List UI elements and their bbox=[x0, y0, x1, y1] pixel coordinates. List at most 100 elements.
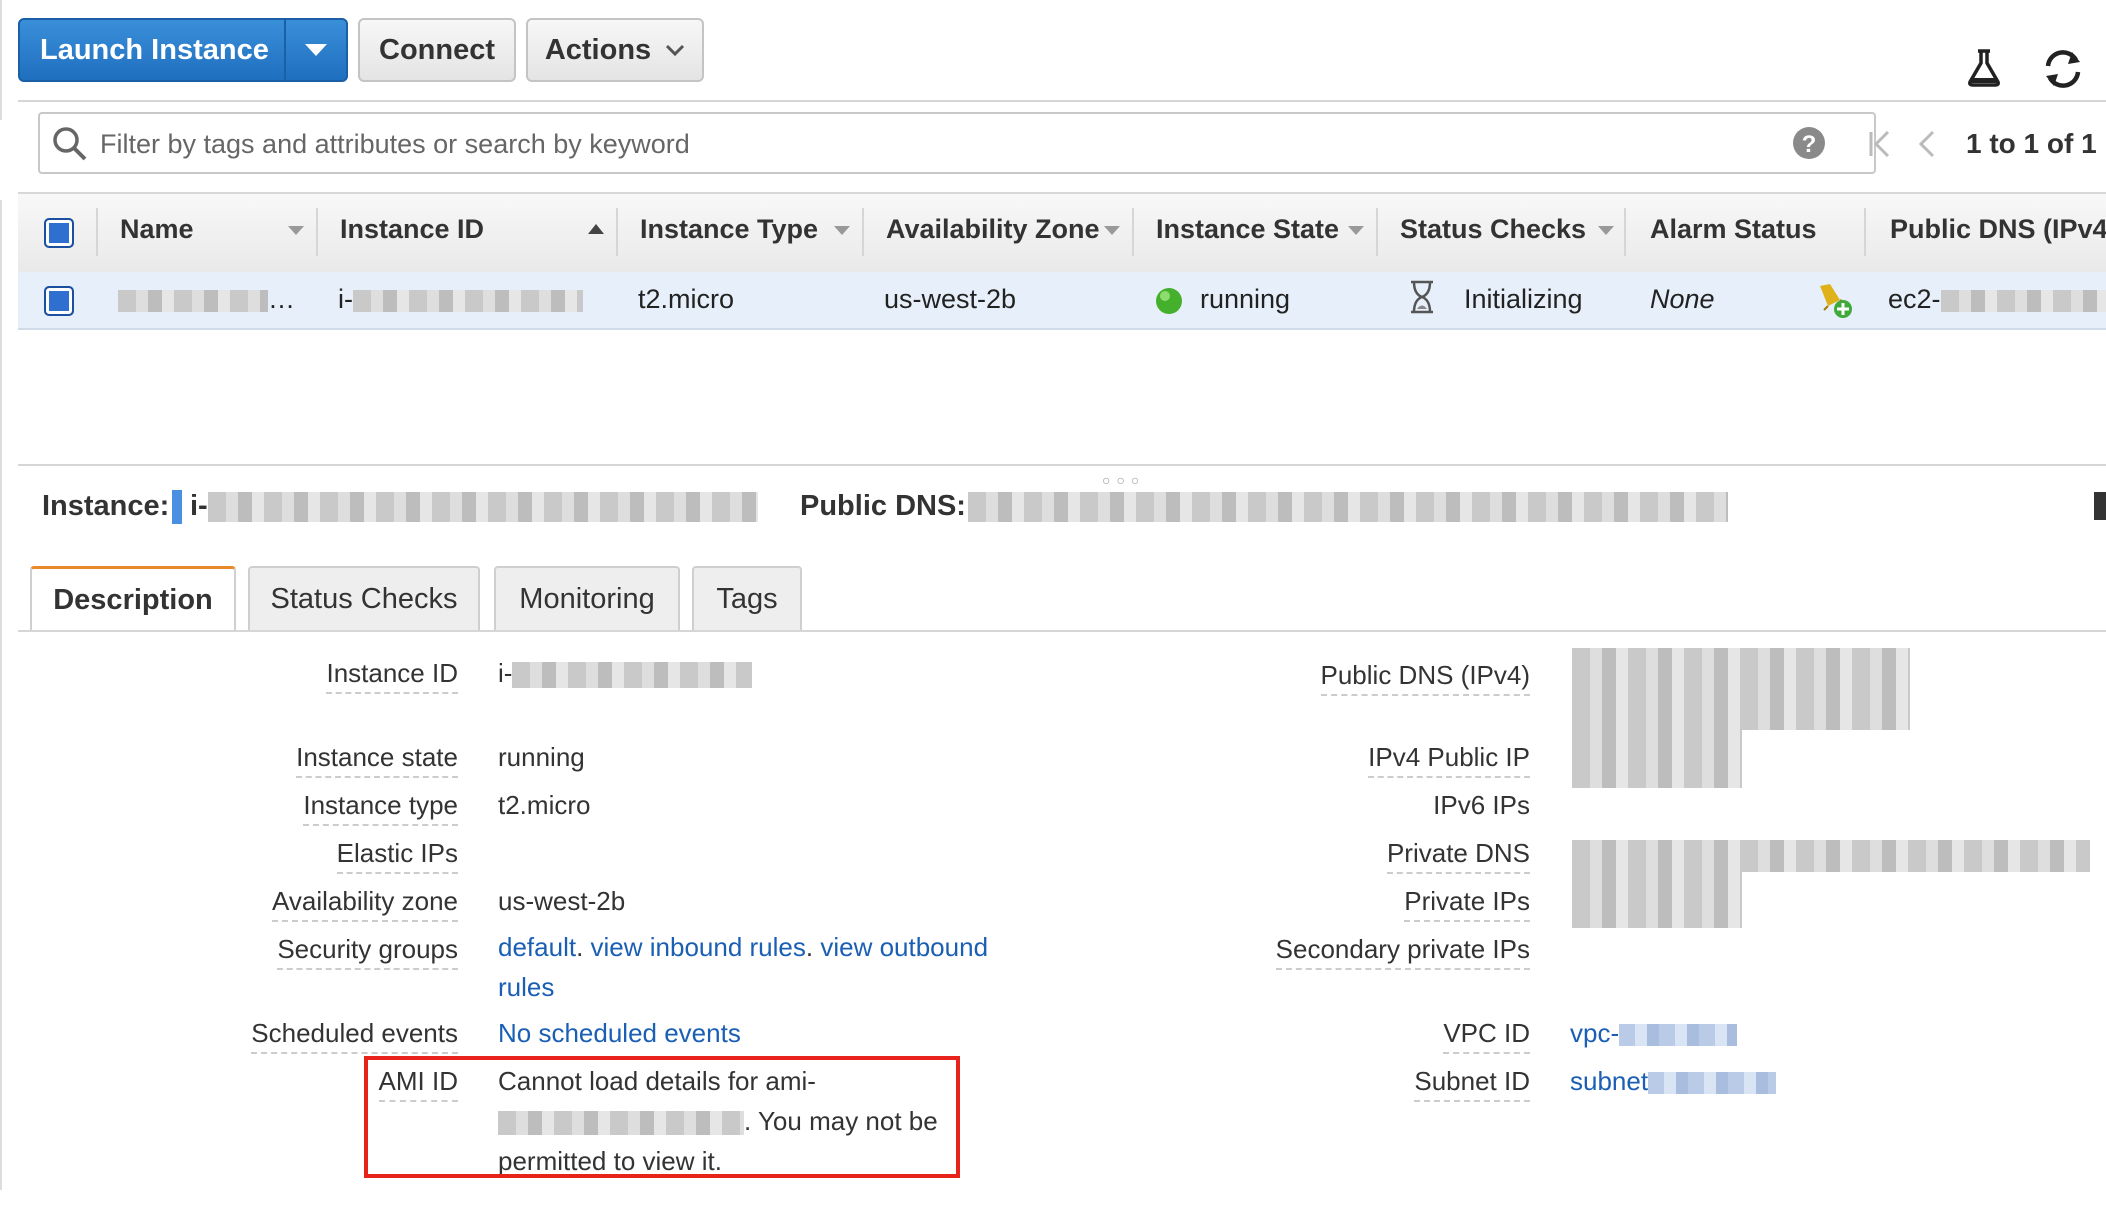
tab-monitoring[interactable]: Monitoring bbox=[494, 566, 680, 630]
row-instance-type: t2.micro bbox=[638, 284, 735, 314]
table-header: Name Instance ID Instance Type Availabil… bbox=[18, 192, 2106, 274]
connect-button[interactable]: Connect bbox=[358, 18, 516, 82]
search-input[interactable] bbox=[98, 122, 1802, 166]
view-outbound-rules-link-continued[interactable]: rules bbox=[498, 972, 554, 1003]
public-dns-ipv4-label: Public DNS (IPv4) bbox=[1320, 660, 1530, 696]
view-outbound-rules-link[interactable]: view outbound bbox=[820, 932, 988, 962]
connect-label: Connect bbox=[379, 33, 495, 66]
help-icon[interactable]: ? bbox=[1792, 126, 1826, 160]
drag-handle-icon[interactable]: ○○○ bbox=[1102, 472, 1145, 488]
launch-dropdown-toggle[interactable] bbox=[284, 20, 346, 80]
column-header-instance-type[interactable]: Instance Type bbox=[640, 214, 818, 245]
redacted-private-dns bbox=[1572, 840, 2090, 872]
name-ellipsis: … bbox=[268, 284, 295, 314]
public-dns-label: Public DNS: bbox=[800, 490, 966, 522]
sort-caret-icon[interactable] bbox=[1348, 226, 1364, 235]
redacted-public-dns-summary bbox=[968, 492, 1728, 522]
refresh-icon[interactable] bbox=[2040, 48, 2086, 90]
column-header-name[interactable]: Name bbox=[120, 214, 194, 245]
redacted-public-dns bbox=[1940, 289, 2106, 312]
instance-state-label: Instance state bbox=[296, 742, 458, 778]
row-checkbox[interactable] bbox=[44, 286, 74, 316]
column-header-public-dns[interactable]: Public DNS (IPv4) bbox=[1890, 214, 2106, 245]
redacted-private-ips bbox=[1572, 872, 1742, 928]
frame-edge bbox=[0, 0, 2, 120]
row-status-checks: Initializing bbox=[1464, 284, 1583, 314]
first-page-icon[interactable] bbox=[1866, 128, 1894, 160]
redacted-subnet-id bbox=[1648, 1072, 1777, 1095]
tab-tags[interactable]: Tags bbox=[692, 566, 802, 630]
flask-icon[interactable] bbox=[1966, 48, 2002, 88]
column-header-status-checks[interactable]: Status Checks bbox=[1400, 214, 1586, 245]
column-divider bbox=[862, 208, 864, 256]
vpc-id-value[interactable]: vpc- bbox=[1570, 1018, 1738, 1049]
chevron-down-icon bbox=[666, 44, 685, 57]
search-icon bbox=[53, 127, 87, 161]
toolbar-divider bbox=[18, 100, 2106, 102]
tab-status-checks[interactable]: Status Checks bbox=[248, 566, 480, 630]
instance-label: Instance: bbox=[42, 490, 170, 522]
row-availability-zone: us-west-2b bbox=[884, 284, 1017, 314]
sort-caret-icon[interactable] bbox=[1104, 226, 1120, 235]
redacted-instance-id-detail bbox=[512, 662, 753, 689]
instance-id-prefix: i- bbox=[338, 284, 353, 314]
column-header-availability-zone[interactable]: Availability Zone bbox=[886, 214, 1100, 245]
panel-splitter[interactable] bbox=[18, 464, 2106, 466]
redacted-public-dns-ipv4 bbox=[1572, 648, 1910, 730]
row-name: … bbox=[118, 284, 295, 315]
sort-caret-icon[interactable] bbox=[288, 226, 304, 235]
column-header-alarm-status[interactable]: Alarm Status bbox=[1650, 214, 1817, 245]
column-divider bbox=[316, 208, 318, 256]
column-divider bbox=[1864, 208, 1866, 256]
search-bar[interactable]: ? bbox=[38, 112, 1876, 174]
instance-id-summary: i- bbox=[190, 490, 758, 523]
launch-instance-button[interactable]: Launch Instance bbox=[18, 18, 348, 82]
subnet-id-value[interactable]: subnet bbox=[1570, 1066, 1777, 1097]
sort-ascending-icon[interactable] bbox=[588, 224, 604, 234]
private-dns-label: Private DNS bbox=[1386, 838, 1530, 874]
column-header-instance-state[interactable]: Instance State bbox=[1156, 214, 1339, 245]
vpc-id-label: VPC ID bbox=[1443, 1018, 1530, 1054]
private-ips-label: Private IPs bbox=[1404, 886, 1530, 922]
ipv6-ips-label: IPv6 IPs bbox=[1433, 790, 1530, 820]
select-all-checkbox[interactable] bbox=[44, 218, 74, 248]
column-divider bbox=[616, 208, 618, 256]
redacted-ipv4-public-ip bbox=[1572, 730, 1742, 788]
security-group-default-link[interactable]: default bbox=[498, 932, 576, 962]
column-divider bbox=[1376, 208, 1378, 256]
scheduled-events-label: Scheduled events bbox=[251, 1018, 458, 1054]
row-alarm-status: None bbox=[1650, 284, 1715, 314]
create-alarm-icon[interactable] bbox=[1814, 280, 1854, 320]
column-divider bbox=[1132, 208, 1134, 256]
sort-caret-icon[interactable] bbox=[1598, 226, 1614, 235]
column-header-instance-id[interactable]: Instance ID bbox=[340, 214, 484, 245]
instance-state-value: running bbox=[498, 742, 585, 772]
column-divider bbox=[1624, 208, 1626, 256]
caret-down-icon bbox=[305, 44, 328, 56]
secondary-private-ips-label: Secondary private IPs bbox=[1275, 934, 1530, 970]
frame-edge bbox=[0, 200, 2, 1190]
actions-label: Actions bbox=[544, 33, 652, 66]
ipv4-public-ip-label: IPv4 Public IP bbox=[1368, 742, 1530, 778]
availability-zone-value: us-west-2b bbox=[498, 886, 626, 916]
scheduled-events-link[interactable]: No scheduled events bbox=[498, 1018, 741, 1049]
tab-description[interactable]: Description bbox=[30, 566, 236, 632]
column-divider bbox=[96, 208, 98, 256]
sort-caret-icon[interactable] bbox=[834, 226, 850, 235]
table-row[interactable]: … i- t2.micro us-west-2b running Initial… bbox=[18, 272, 2106, 330]
instance-id-prefix-detail: i- bbox=[498, 658, 513, 688]
panel-edge-icon bbox=[2094, 492, 2106, 520]
tabs-baseline bbox=[18, 630, 2106, 632]
actions-button[interactable]: Actions bbox=[526, 18, 704, 82]
view-inbound-rules-link[interactable]: view inbound rules bbox=[591, 932, 806, 962]
pagination-text: 1 to 1 of 1 bbox=[1966, 128, 2097, 159]
subnet-id-label: Subnet ID bbox=[1414, 1066, 1530, 1102]
elastic-ips-label: Elastic IPs bbox=[336, 838, 458, 874]
previous-page-icon[interactable] bbox=[1916, 128, 1938, 160]
redacted-vpc-id bbox=[1619, 1024, 1738, 1047]
public-dns-prefix: ec2- bbox=[1888, 284, 1941, 314]
redacted-instance-id bbox=[353, 289, 583, 312]
highlight-box bbox=[364, 1056, 960, 1178]
vpc-id-link[interactable]: vpc- bbox=[1570, 1018, 1619, 1048]
subnet-id-link[interactable]: subnet bbox=[1570, 1066, 1648, 1096]
